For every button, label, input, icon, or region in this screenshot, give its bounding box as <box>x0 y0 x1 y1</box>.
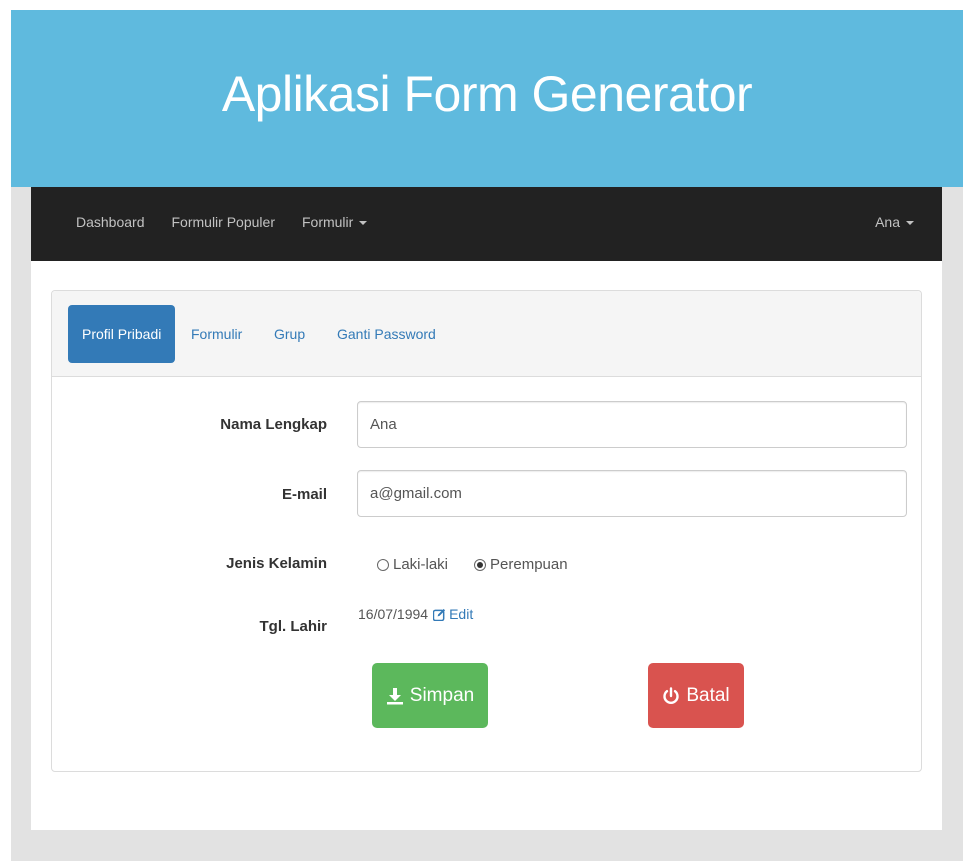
caret-down-icon <box>906 221 914 226</box>
save-label: Simpan <box>409 684 475 706</box>
radio-laki-laki[interactable] <box>377 558 389 571</box>
user-name: Ana <box>875 214 900 230</box>
name-field[interactable] <box>357 401 907 448</box>
tab-formulir[interactable]: Formulir <box>177 305 256 363</box>
page: Aplikasi Form Generator Dashboard Formul… <box>0 0 963 861</box>
tab-grup[interactable]: Grup <box>260 305 319 363</box>
power-icon <box>663 686 680 704</box>
gender-radio-group: Laki-laki Perempuan <box>377 556 594 573</box>
nav-formulir-label: Formulir <box>301 214 354 230</box>
dob-row: 16/07/1994 Edit <box>358 606 473 622</box>
download-icon <box>386 687 403 704</box>
dob-label: Tgl. Lahir <box>259 618 328 635</box>
nav-formulir-dropdown[interactable]: Formulir <box>301 214 368 230</box>
edit-icon[interactable] <box>433 608 446 621</box>
email-label: E-mail <box>281 486 327 503</box>
email-field[interactable] <box>357 470 907 517</box>
nav-dashboard[interactable]: Dashboard <box>76 214 145 230</box>
name-label: Nama Lengkap <box>220 416 327 433</box>
cancel-button[interactable]: Batal <box>648 663 744 728</box>
app-title: Aplikasi Form Generator <box>221 65 753 122</box>
tab-bar: Profil Pribadi Formulir Grup Ganti Passw… <box>52 291 921 377</box>
tab-ganti-password[interactable]: Ganti Password <box>323 305 450 363</box>
profile-panel: Profil Pribadi Formulir Grup Ganti Passw… <box>51 290 922 772</box>
caret-down-icon <box>359 221 368 226</box>
radio-perempuan-label[interactable]: Perempuan <box>490 556 568 573</box>
main-content: Profil Pribadi Formulir Grup Ganti Passw… <box>31 261 942 830</box>
save-button[interactable]: Simpan <box>372 663 488 728</box>
radio-laki-laki-label[interactable]: Laki-laki <box>393 556 448 573</box>
nav-formulir-populer[interactable]: Formulir Populer <box>172 214 275 230</box>
nav-menu: Dashboard Formulir Populer Formulir <box>76 214 394 230</box>
tab-profil-pribadi[interactable]: Profil Pribadi <box>68 305 176 363</box>
radio-perempuan[interactable] <box>474 558 487 571</box>
navbar: Dashboard Formulir Populer Formulir Ana <box>31 187 942 261</box>
dob-value: 16/07/1994 <box>358 606 429 622</box>
app-header: Aplikasi Form Generator <box>11 10 963 187</box>
gender-label: Jenis Kelamin <box>226 555 327 572</box>
user-menu[interactable]: Ana <box>875 214 914 230</box>
dob-edit-link[interactable]: Edit <box>449 606 473 622</box>
cancel-label: Batal <box>686 684 730 706</box>
